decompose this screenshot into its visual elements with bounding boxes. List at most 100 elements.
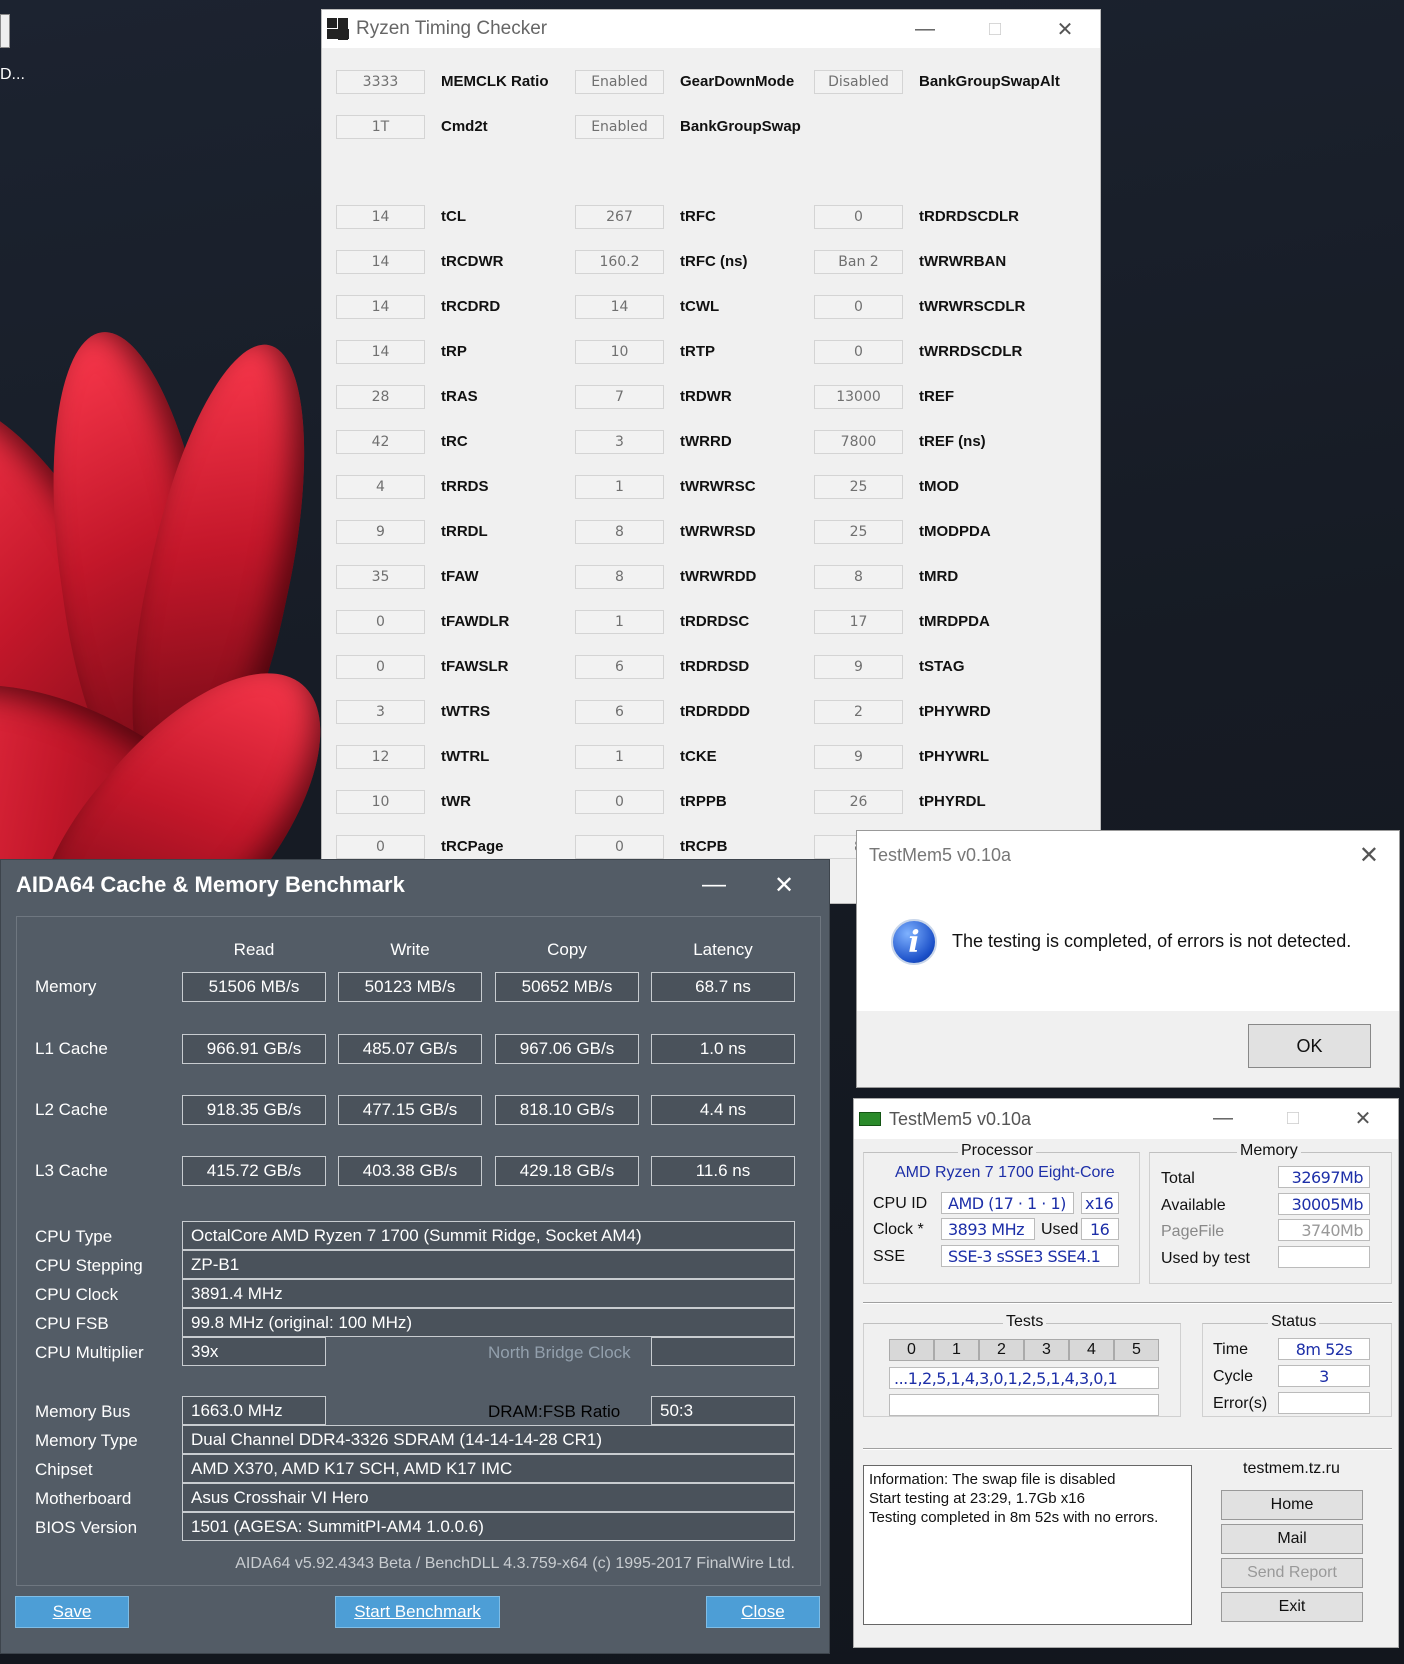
rtc-timing-label: tMOD <box>919 478 959 495</box>
rtc-value-field: Disabled <box>814 70 903 94</box>
bench-value-field: 68.7 ns <box>651 972 795 1002</box>
sse-label: SSE <box>873 1248 906 1265</box>
rtc-timing-label: tREF (ns) <box>919 433 986 450</box>
aida-footer-version: AIDA64 v5.92.4343 Beta / BenchDLL 4.3.75… <box>235 1555 795 1572</box>
rtc-value-field: 8 <box>575 520 664 544</box>
bench-value-field: 1.0 ns <box>651 1034 795 1064</box>
rtc-timing-label: tCWL <box>680 298 720 315</box>
send-report-button[interactable]: Send Report <box>1221 1558 1363 1588</box>
test-cell: 0 <box>889 1339 934 1361</box>
rtc-value-field: 8 <box>814 565 903 589</box>
rtc-title: Ryzen Timing Checker <box>356 18 548 39</box>
rtc-timing-label: BankGroupSwapAlt <box>919 73 1060 90</box>
clock-label: Clock * <box>873 1221 924 1238</box>
rtc-timing-label: BankGroupSwap <box>680 118 801 135</box>
site-label: testmem.tz.ru <box>1243 1460 1340 1477</box>
ok-button[interactable]: OK <box>1248 1024 1371 1068</box>
rtc-value-field: 6 <box>575 655 664 679</box>
cpu-id-x-field: x16 <box>1081 1192 1119 1214</box>
rtc-value-field: 12 <box>336 745 425 769</box>
processor-group-title: Processor <box>958 1142 1037 1160</box>
rtc-timing-label: tRP <box>441 343 467 360</box>
rtc-timing-label: tSTAG <box>919 658 965 675</box>
rtc-timing-label: tWRWRDD <box>680 568 757 585</box>
test-cell: 1 <box>934 1339 979 1361</box>
maximize-button[interactable]: □ <box>1258 1099 1328 1137</box>
bench-row-label: L3 Cache <box>35 1161 108 1180</box>
errors-field <box>1278 1392 1370 1414</box>
rtc-timing-label: tRFC <box>680 208 716 225</box>
close-button[interactable]: ✕ <box>1328 1099 1398 1137</box>
bench-value-field: 918.35 GB/s <box>182 1095 326 1125</box>
testmem-dialog: TestMem5 v0.10a ✕ i The testing is compl… <box>856 830 1400 1088</box>
aida-close-button[interactable]: Close <box>706 1596 820 1628</box>
bench-value-field: 415.72 GB/s <box>182 1156 326 1186</box>
aida-titlebar[interactable]: AIDA64 Cache & Memory Benchmark — ✕ <box>1 860 829 910</box>
desktop-file-icon[interactable] <box>0 14 10 48</box>
mail-button[interactable]: Mail <box>1221 1524 1363 1554</box>
home-button[interactable]: Home <box>1221 1490 1363 1520</box>
cycle-label: Cycle <box>1213 1368 1254 1385</box>
save-button[interactable]: Save <box>15 1596 129 1628</box>
dialog-close-icon[interactable]: ✕ <box>1359 841 1379 870</box>
col-write: Write <box>390 940 430 959</box>
start-benchmark-button[interactable]: Start Benchmark <box>335 1596 500 1628</box>
rtc-value-field: 25 <box>814 475 903 499</box>
pagefile-label: PageFile <box>1161 1223 1225 1240</box>
rtc-value-field: 2 <box>814 700 903 724</box>
minimize-button[interactable]: — <box>679 860 749 910</box>
tm-titlebar[interactable]: TestMem5 v0.10a — □ ✕ <box>854 1099 1398 1139</box>
rtc-value-field: Enabled <box>575 115 664 139</box>
minimize-button[interactable]: — <box>890 10 960 48</box>
pagefile-field: 3740Mb <box>1278 1219 1370 1241</box>
rtc-value-field: 8 <box>575 565 664 589</box>
rtc-value-field: 4 <box>336 475 425 499</box>
rtc-timing-label: tRRDL <box>441 523 488 540</box>
rtc-value-field: 0 <box>336 835 425 859</box>
rtc-timing-label: Cmd2t <box>441 118 488 135</box>
bench-value-field: 50652 MB/s <box>495 972 639 1002</box>
rtc-value-field: 3333 <box>336 70 425 94</box>
desktop-icon-label[interactable]: D... <box>0 66 25 84</box>
errors-label: Error(s) <box>1213 1395 1268 1412</box>
used-label: Used <box>1041 1221 1079 1238</box>
minimize-button[interactable]: — <box>1188 1099 1258 1137</box>
rtc-timing-label: tWRWRSD <box>680 523 756 540</box>
bios-version-field: 1501 (AGESA: SummitPI-AM4 1.0.0.6) <box>182 1512 795 1541</box>
rtc-timing-label: tRAS <box>441 388 478 405</box>
rtc-value-field: 0 <box>814 340 903 364</box>
exit-button[interactable]: Exit <box>1221 1592 1363 1622</box>
rtc-value-field: 9 <box>336 520 425 544</box>
rtc-window: Ryzen Timing Checker — □ ✕ 3333 MEMCLK Ra… <box>321 9 1101 904</box>
rtc-timing-label: tFAW <box>441 568 479 585</box>
rtc-value-field: Enabled <box>575 70 664 94</box>
rtc-value-field: 42 <box>336 430 425 454</box>
rtc-timing-label: tRCPB <box>680 838 728 855</box>
chipset-label: Chipset <box>35 1460 93 1479</box>
log-textarea[interactable]: Information: The swap file is disabled S… <box>863 1465 1192 1625</box>
close-button[interactable]: ✕ <box>749 860 819 910</box>
available-label: Available <box>1161 1197 1226 1214</box>
rtc-value-field: 0 <box>814 205 903 229</box>
rtc-timing-label: tWRWRSCDLR <box>919 298 1026 315</box>
clock-field: 3893 MHz <box>941 1218 1035 1240</box>
memory-bus-label: Memory Bus <box>35 1402 131 1421</box>
rtc-titlebar[interactable]: Ryzen Timing Checker — □ ✕ <box>322 10 1100 48</box>
rtc-timing-label: tRDRDSCDLR <box>919 208 1019 225</box>
rtc-timing-label: tPHYRDL <box>919 793 986 810</box>
bench-value-field: 50123 MB/s <box>338 972 482 1002</box>
rtc-value-field: 10 <box>336 790 425 814</box>
close-button[interactable]: ✕ <box>1030 10 1100 48</box>
rtc-value-field: Ban 2 <box>814 250 903 274</box>
info-icon: i <box>891 919 937 965</box>
maximize-button[interactable]: □ <box>960 10 1030 48</box>
rtc-value-field: 7 <box>575 385 664 409</box>
rtc-value-field: 0 <box>575 835 664 859</box>
rtc-value-field: 26 <box>814 790 903 814</box>
motherboard-label: Motherboard <box>35 1489 132 1508</box>
rtc-timing-label: tWRRD <box>680 433 732 450</box>
progress-field <box>889 1394 1159 1416</box>
log-line: Start testing at 23:29, 1.7Gb x16 <box>869 1490 1085 1507</box>
rtc-value-field: 0 <box>336 655 425 679</box>
rtc-timing-label: tPHYWRL <box>919 748 989 765</box>
